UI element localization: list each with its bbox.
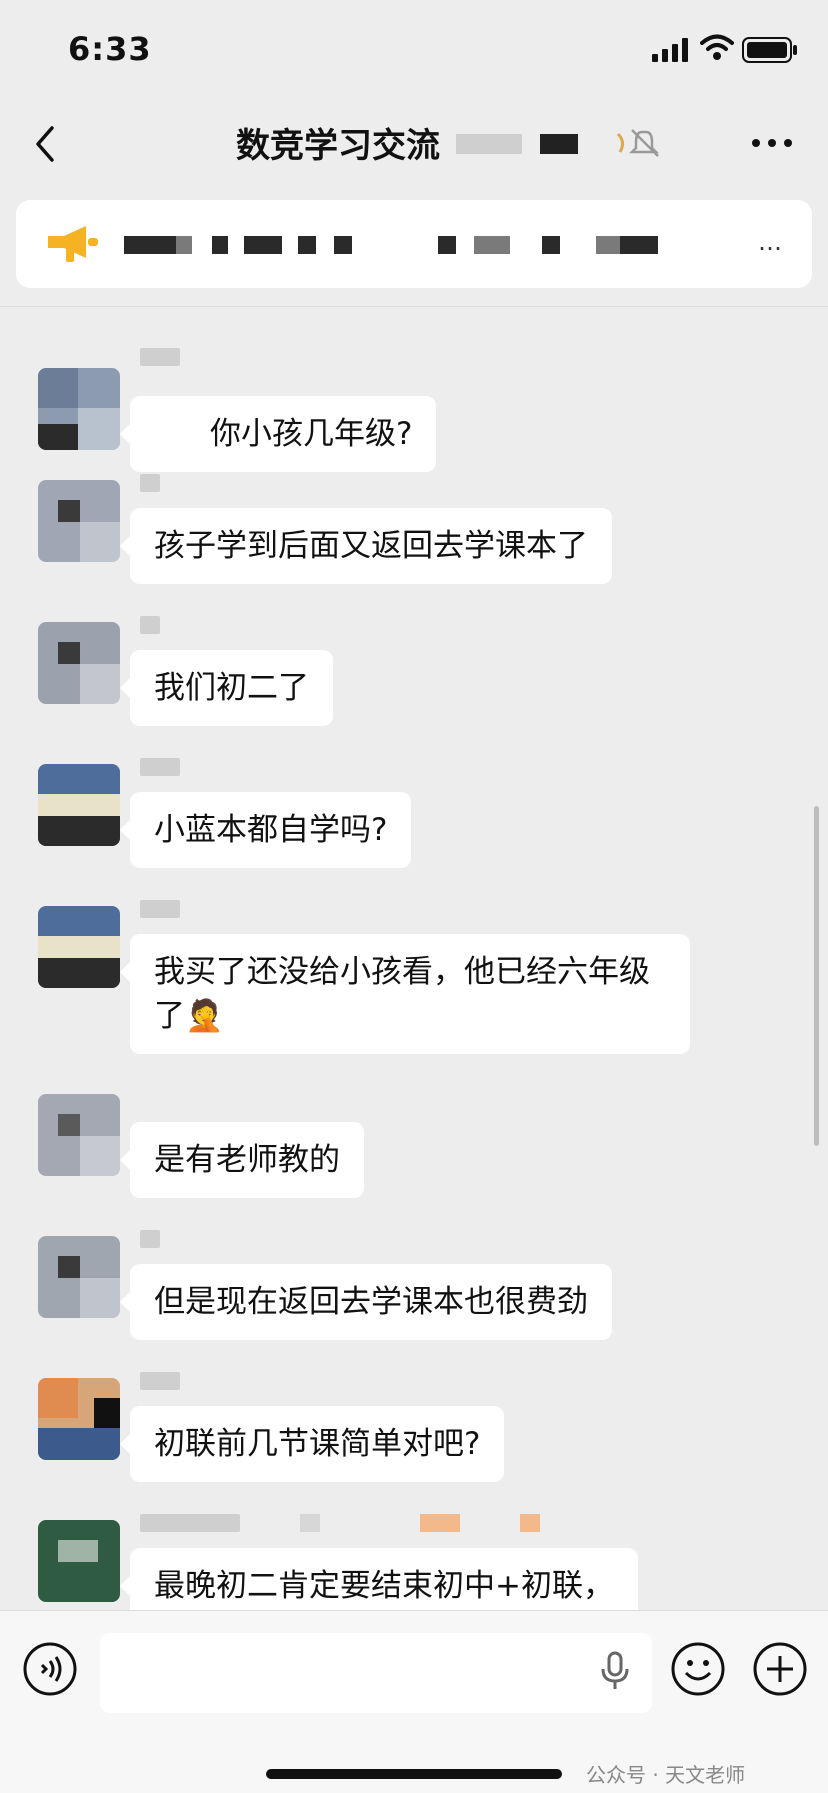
redacted-text bbox=[300, 1514, 320, 1532]
redacted-text bbox=[542, 236, 560, 254]
message-bubble[interactable]: 小蓝本都自学吗? bbox=[119, 792, 412, 868]
redacted-text bbox=[298, 236, 316, 254]
chat-title: 数竞学习交流 bbox=[236, 126, 440, 166]
message-bubble[interactable]: 我买了还没给小孩看，他已经六年级了🤦 bbox=[120, 934, 690, 1054]
pinned-ellipsis: … bbox=[758, 228, 782, 256]
avatar[interactable] bbox=[38, 480, 120, 562]
redacted-text bbox=[176, 236, 192, 254]
redacted-text bbox=[474, 236, 510, 254]
home-indicator[interactable] bbox=[266, 1769, 562, 1779]
message-bubble[interactable]: 但是现在返回去学课本也很费劲 bbox=[120, 1264, 612, 1340]
message-text: 初联前几节课简单对吧? bbox=[154, 1426, 481, 1462]
status-time: 6:33 bbox=[68, 30, 152, 68]
sender-name bbox=[140, 616, 160, 634]
sender-name bbox=[140, 474, 160, 492]
chat-area[interactable]: 你小孩几年级? 孩子学到后面又返回去学课本了 我们初二了 小蓝本都自学吗? 我买… bbox=[0, 308, 828, 1610]
wifi-icon bbox=[700, 34, 734, 60]
input-bar: 公众号 · 天文老师 bbox=[0, 1610, 828, 1793]
message-text: 孩子学到后面又返回去学课本了 bbox=[154, 528, 588, 564]
message-text: 但是现在返回去学课本也很费劲 bbox=[154, 1284, 588, 1320]
avatar[interactable] bbox=[38, 1378, 120, 1460]
megaphone-icon bbox=[48, 226, 98, 262]
message-bubble[interactable]: 最晚初二肯定要结束初中+初联， bbox=[120, 1548, 638, 1610]
bell-off-icon bbox=[616, 129, 660, 157]
scrollbar[interactable] bbox=[814, 806, 819, 1146]
avatar[interactable] bbox=[38, 906, 120, 988]
emoji-icon[interactable] bbox=[670, 1641, 726, 1697]
avatar[interactable] bbox=[38, 1094, 120, 1176]
redacted-text bbox=[212, 236, 228, 254]
message-bubble[interactable]: 你小孩几年级? bbox=[119, 396, 437, 472]
redacted-text bbox=[520, 1514, 540, 1532]
redacted-text bbox=[244, 236, 282, 254]
watermark: 公众号 · 天文老师 bbox=[586, 1763, 746, 1787]
chevron-left-icon[interactable] bbox=[30, 122, 60, 166]
voice-icon[interactable] bbox=[22, 1641, 78, 1697]
message-text: 我们初二了 bbox=[154, 670, 309, 706]
avatar[interactable] bbox=[38, 1236, 120, 1318]
message-bubble[interactable]: 我们初二了 bbox=[120, 650, 333, 726]
redacted-text bbox=[438, 236, 456, 254]
microphone-icon[interactable] bbox=[600, 1651, 630, 1691]
nav-bar: 数竞学习交流 bbox=[0, 100, 828, 190]
divider bbox=[0, 306, 828, 307]
title-redaction bbox=[456, 134, 522, 154]
message-bubble[interactable]: 孩子学到后面又返回去学课本了 bbox=[120, 508, 612, 584]
cellular-signal-icon bbox=[652, 38, 688, 62]
redacted-text bbox=[334, 236, 352, 254]
avatar[interactable] bbox=[38, 622, 120, 704]
message-text: 小蓝本都自学吗? bbox=[154, 812, 388, 848]
message-bubble[interactable]: 初联前几节课简单对吧? bbox=[119, 1406, 505, 1482]
avatar[interactable] bbox=[38, 764, 120, 846]
sender-name bbox=[140, 348, 180, 366]
status-bar: 6:33 bbox=[0, 0, 828, 100]
sender-name bbox=[140, 1514, 240, 1532]
sender-name bbox=[140, 1230, 160, 1248]
message-bubble[interactable]: 是有老师教的 bbox=[120, 1122, 364, 1198]
message-text: 你小孩几年级? bbox=[210, 416, 413, 452]
avatar[interactable] bbox=[38, 1520, 120, 1602]
battery-icon bbox=[742, 37, 797, 63]
message-text: 最晚初二肯定要结束初中+初联， bbox=[154, 1568, 614, 1604]
more-dots-icon[interactable] bbox=[750, 136, 794, 150]
redacted-text bbox=[620, 236, 658, 254]
plus-icon[interactable] bbox=[752, 1641, 808, 1697]
redacted-text bbox=[420, 1514, 460, 1532]
redacted-text bbox=[124, 236, 176, 254]
sender-name bbox=[140, 900, 180, 918]
title-redaction bbox=[540, 134, 578, 154]
message-text: 是有老师教的 bbox=[154, 1142, 340, 1178]
sender-name bbox=[140, 1372, 180, 1390]
pinned-announcement[interactable]: … bbox=[16, 200, 812, 288]
message-text: 我买了还没给小孩看，他已经六年级了🤦 bbox=[154, 954, 650, 1034]
avatar[interactable] bbox=[38, 368, 120, 450]
redacted-text bbox=[596, 236, 620, 254]
message-input[interactable] bbox=[100, 1633, 652, 1713]
sender-name bbox=[140, 758, 180, 776]
